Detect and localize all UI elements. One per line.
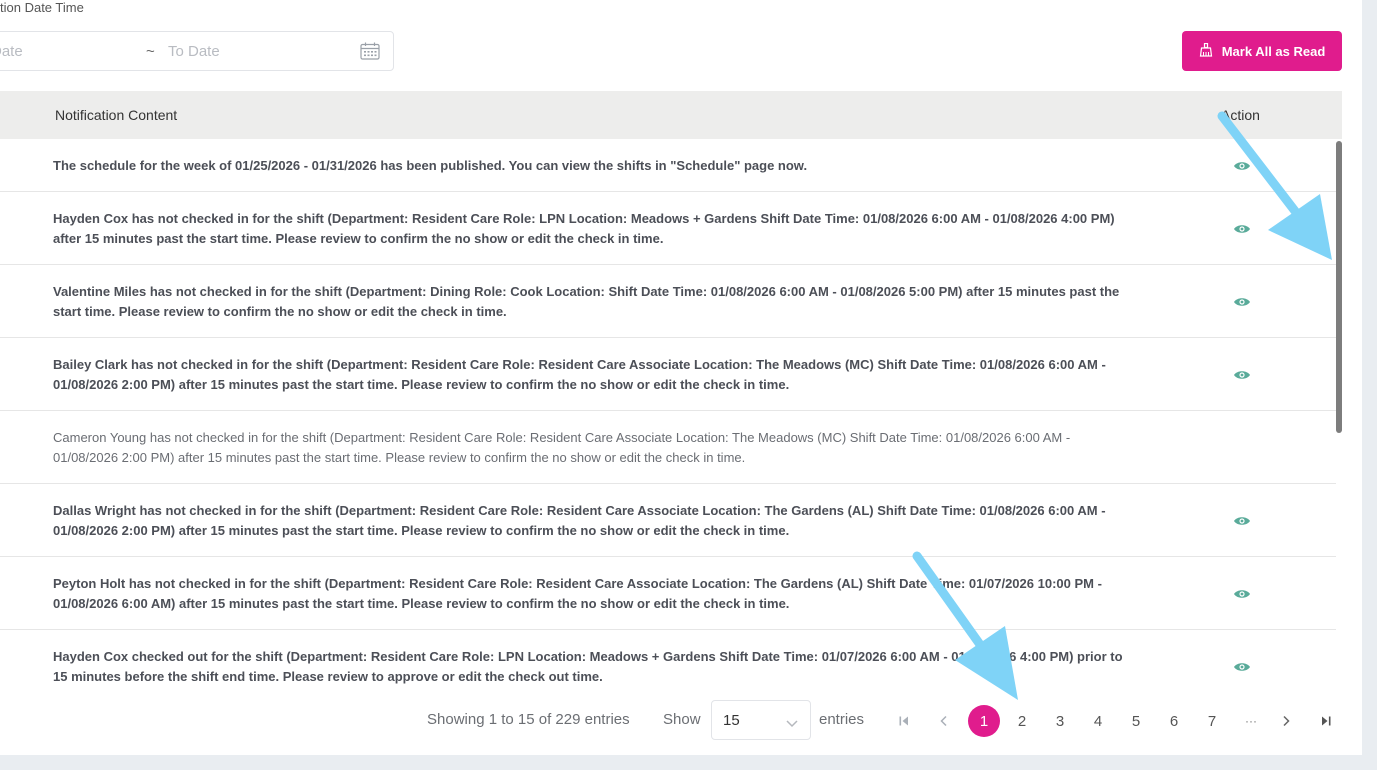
page-size-value: 15: [723, 712, 740, 729]
page-4-button[interactable]: 4: [1082, 705, 1114, 737]
mark-all-read-button[interactable]: Mark All as Read: [1182, 31, 1342, 71]
annotation-arrow-scrollbar: [1217, 111, 1332, 260]
column-header-content: Notification Content: [55, 107, 178, 123]
filter-label: tion Date Time: [0, 0, 84, 15]
eye-icon[interactable]: [1233, 660, 1251, 678]
eye-icon[interactable]: [1233, 368, 1251, 386]
last-page-icon[interactable]: [1310, 705, 1342, 737]
next-page-icon[interactable]: [1270, 705, 1302, 737]
more-pages-button[interactable]: ···: [1235, 705, 1267, 737]
notification-row[interactable]: Valentine Miles has not checked in for t…: [0, 265, 1336, 338]
notification-list: The schedule for the week of 01/25/2026 …: [0, 139, 1336, 692]
notification-row[interactable]: Bailey Clark has not checked in for the …: [0, 338, 1336, 411]
eye-icon[interactable]: [1233, 587, 1251, 605]
notifications-panel: tion Date Time Date ~ To Date: [0, 0, 1362, 755]
notification-row[interactable]: Cameron Young has not checked in for the…: [0, 411, 1336, 484]
notification-row[interactable]: Hayden Cox has not checked in for the sh…: [0, 192, 1336, 265]
notification-row[interactable]: Hayden Cox checked out for the shift (De…: [0, 630, 1336, 692]
page-5-button[interactable]: 5: [1120, 705, 1152, 737]
notification-text: Bailey Clark has not checked in for the …: [53, 357, 1106, 392]
calendar-icon[interactable]: [360, 42, 380, 65]
entries-summary: Showing 1 to 15 of 229 entries: [427, 711, 630, 728]
page-6-button[interactable]: 6: [1158, 705, 1190, 737]
broom-icon: [1199, 42, 1213, 60]
eye-icon[interactable]: [1233, 514, 1251, 532]
notification-row[interactable]: Peyton Holt has not checked in for the s…: [0, 557, 1336, 630]
notification-text: The schedule for the week of 01/25/2026 …: [53, 158, 808, 173]
notification-text: Cameron Young has not checked in for the…: [53, 430, 1071, 465]
to-date-input[interactable]: To Date: [168, 43, 220, 60]
page-7-button[interactable]: 7: [1196, 705, 1228, 737]
page-size-select[interactable]: 15: [711, 700, 811, 740]
entries-label: entries: [819, 711, 865, 728]
page-3-button[interactable]: 3: [1044, 705, 1076, 737]
eye-icon[interactable]: [1233, 295, 1251, 313]
show-label: Show: [663, 711, 701, 728]
notification-text: Dallas Wright has not checked in for the…: [53, 503, 1106, 538]
from-date-input[interactable]: Date: [0, 43, 23, 60]
chevron-down-icon: [785, 715, 799, 733]
notification-row[interactable]: Dallas Wright has not checked in for the…: [0, 484, 1336, 557]
date-range-picker[interactable]: Date ~ To Date: [0, 31, 394, 71]
notification-text: Valentine Miles has not checked in for t…: [53, 284, 1120, 319]
notification-row[interactable]: The schedule for the week of 01/25/2026 …: [0, 139, 1336, 192]
table-header: Notification Content Action: [0, 91, 1342, 139]
notification-text: Hayden Cox has not checked in for the sh…: [53, 211, 1115, 246]
pagination-bar: Showing 1 to 15 of 229 entries Show 15 e…: [0, 700, 1362, 740]
date-separator: ~: [146, 43, 155, 60]
mark-all-read-label: Mark All as Read: [1221, 43, 1326, 59]
annotation-arrow-page-2: [912, 551, 1018, 700]
